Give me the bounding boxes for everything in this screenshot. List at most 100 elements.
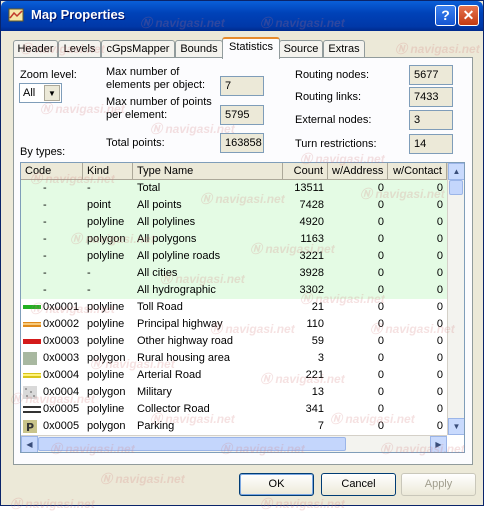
line-orange-swatch-icon [23, 322, 41, 327]
tab-header[interactable]: Header [13, 40, 58, 58]
cell-count: 7428 [299, 199, 324, 211]
external-nodes-label: External nodes: [295, 114, 372, 126]
cell-addr: 0 [377, 233, 384, 245]
cell-contact: 0 [436, 182, 443, 194]
cell-count: 4920 [299, 216, 324, 228]
cell-kind: polyline [87, 301, 125, 313]
cell-name: All polygons [137, 233, 197, 245]
table-row[interactable]: 0x0004 polygon Military 13 0 0 [21, 384, 447, 401]
cancel-button[interactable]: Cancel [321, 473, 396, 496]
max-elements-label-1: Max number of [106, 66, 180, 78]
cell-name: Principal highway [137, 318, 223, 330]
cell-count: 3 [317, 352, 324, 364]
cell-kind: - [87, 284, 91, 296]
horizontal-scrollbar[interactable]: ◀ ▶ [21, 435, 447, 452]
cell-count: 59 [311, 335, 324, 347]
tab-bounds[interactable]: Bounds [175, 40, 223, 58]
cell-count: 1163 [300, 233, 324, 245]
table-row[interactable]: 0x0004 polyline Arterial Road 221 0 0 [21, 367, 447, 384]
tab-source[interactable]: Source [279, 40, 323, 58]
col-kind[interactable]: Kind [83, 163, 133, 180]
cell-kind: polyline [87, 250, 125, 262]
cell-contact: 0 [436, 284, 443, 296]
cell-contact: 0 [436, 267, 443, 279]
chevron-down-icon[interactable]: ▼ [44, 85, 60, 101]
cell-addr: 0 [377, 250, 384, 262]
cell-count: 13511 [294, 182, 324, 194]
col-w-address[interactable]: w/Address [328, 163, 388, 180]
table-row[interactable]: - - Total 13511 0 0 [21, 180, 447, 197]
total-points-field: 163858 [220, 133, 264, 153]
cell-contact: 0 [436, 352, 443, 364]
cell-kind: polyline [87, 216, 125, 228]
table-row[interactable]: 0x0001 polyline Toll Road 21 0 0 [21, 299, 447, 316]
vertical-scroll-thumb[interactable] [449, 180, 463, 195]
table-row[interactable]: - polygon All polygons 1163 0 0 [21, 231, 447, 248]
cell-addr: 0 [377, 369, 384, 381]
cell-code: 0x0005 [43, 420, 80, 432]
vertical-scrollbar[interactable]: ▲ ▼ [447, 163, 464, 435]
apply-button[interactable]: Apply [401, 473, 476, 496]
table-row[interactable]: 0x0003 polygon Rural housing area 3 0 0 [21, 350, 447, 367]
col-code[interactable]: Code [21, 163, 83, 180]
line-green-swatch-icon [23, 305, 41, 309]
cell-count: 3928 [299, 267, 324, 279]
scroll-down-icon[interactable]: ▼ [448, 418, 464, 435]
turn-restrictions-field: 14 [409, 134, 453, 154]
fill-gray-swatch-icon [23, 352, 37, 365]
table-row[interactable]: - polyline All polyline roads 3221 0 0 [21, 248, 447, 265]
cell-contact: 0 [436, 369, 443, 381]
cell-contact: 0 [436, 335, 443, 347]
cell-addr: 0 [377, 284, 384, 296]
map-app-icon [8, 8, 24, 22]
types-table[interactable]: Code Kind Type Name Count w/Address w/Co… [20, 162, 465, 453]
cell-name: All hydrographic [137, 284, 216, 296]
cell-count: 110 [306, 318, 324, 330]
cell-name: All polyline roads [137, 250, 221, 262]
tab-extras[interactable]: Extras [323, 40, 365, 58]
table-row[interactable]: - polyline All polylines 4920 0 0 [21, 214, 447, 231]
cell-name: All points [137, 199, 182, 211]
cell-contact: 0 [436, 386, 443, 398]
table-row[interactable]: - - All hydrographic 3302 0 0 [21, 282, 447, 299]
table-row[interactable]: 0x0005 polyline Collector Road 341 0 0 [21, 401, 447, 418]
cell-code: - [43, 284, 47, 296]
ok-button[interactable]: OK [239, 473, 314, 496]
tab-levels[interactable]: Levels [58, 40, 101, 58]
cell-count: 21 [311, 301, 324, 313]
max-points-label-2: per element: [106, 109, 168, 121]
cell-kind: polyline [87, 318, 125, 330]
cell-kind: polygon [87, 352, 126, 364]
cell-name: Toll Road [137, 301, 183, 313]
external-nodes-field: 3 [409, 110, 453, 130]
scroll-left-icon[interactable]: ◀ [21, 436, 38, 452]
table-row[interactable]: - - All cities 3928 0 0 [21, 265, 447, 282]
zoom-level-select[interactable]: All ▼ [19, 83, 62, 103]
cell-count: 13 [311, 386, 324, 398]
cell-code: - [43, 250, 47, 262]
col-type-name[interactable]: Type Name [133, 163, 283, 180]
table-row[interactable]: - point All points 7428 0 0 [21, 197, 447, 214]
table-row[interactable]: 0x0003 polyline Other highway road 59 0 0 [21, 333, 447, 350]
scroll-right-icon[interactable]: ▶ [430, 436, 447, 452]
cell-count: 7 [317, 420, 324, 432]
cell-addr: 0 [377, 199, 384, 211]
tab-statistics[interactable]: Statistics [222, 37, 280, 59]
table-row[interactable]: P 0x0005 polygon Parking 7 0 0 [21, 418, 447, 435]
col-w-contact[interactable]: w/Contact [388, 163, 447, 180]
table-row[interactable]: 0x0002 polyline Principal highway 110 0 0 [21, 316, 447, 333]
horizontal-scroll-thumb[interactable] [38, 437, 346, 451]
routing-links-label: Routing links: [295, 91, 362, 103]
by-types-label: By types: [20, 146, 66, 158]
cell-addr: 0 [377, 216, 384, 228]
col-count[interactable]: Count [283, 163, 328, 180]
tab-cgpsmapper[interactable]: cGpsMapper [101, 40, 175, 58]
cell-name: Military [137, 386, 172, 398]
help-button[interactable]: ? [435, 5, 456, 26]
scroll-up-icon[interactable]: ▲ [448, 163, 464, 180]
close-button[interactable]: ✕ [458, 5, 479, 26]
cell-addr: 0 [377, 386, 384, 398]
cell-contact: 0 [436, 403, 443, 415]
table-header: Code Kind Type Name Count w/Address w/Co… [21, 163, 447, 180]
cell-contact: 0 [436, 233, 443, 245]
